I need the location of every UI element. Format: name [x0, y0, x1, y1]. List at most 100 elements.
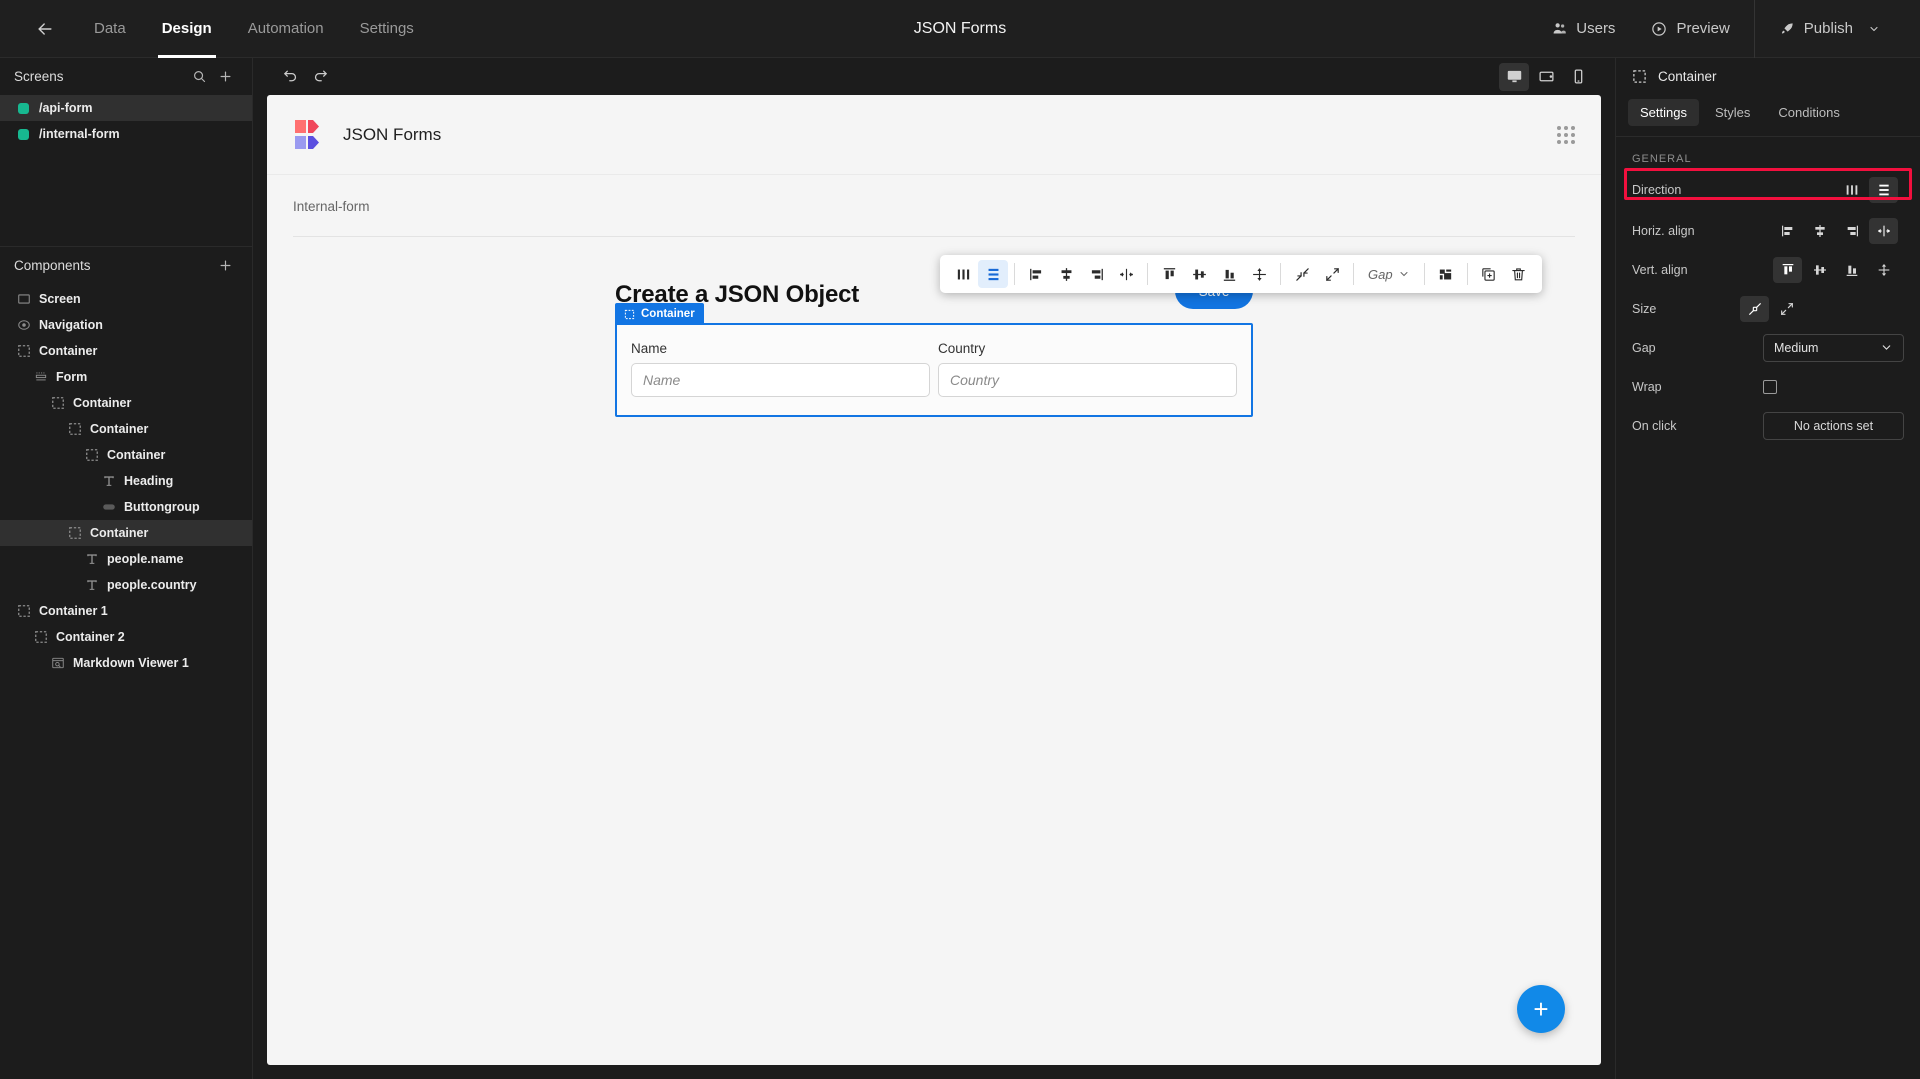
- tab-settings[interactable]: Settings: [342, 0, 432, 58]
- toolbar-size-grow[interactable]: [1317, 260, 1347, 288]
- prop-direction: Direction: [1616, 168, 1920, 206]
- device-desktop-button[interactable]: [1499, 62, 1529, 91]
- tree-item[interactable]: people.name: [0, 546, 252, 572]
- prop-on-click: On click No actions set: [1616, 409, 1920, 442]
- tab-design[interactable]: Design: [144, 0, 230, 58]
- tree-item[interactable]: Container: [0, 390, 252, 416]
- tree-item[interactable]: Navigation: [0, 312, 252, 338]
- size-grow-button[interactable]: [1772, 296, 1801, 322]
- gap-select[interactable]: Medium: [1763, 333, 1904, 362]
- country-input[interactable]: [938, 363, 1237, 397]
- navigation-icon: [16, 318, 31, 333]
- valign-middle-button[interactable]: [1805, 257, 1834, 283]
- tree-item[interactable]: Buttongroup: [0, 494, 252, 520]
- tab-settings[interactable]: Settings: [1628, 99, 1699, 126]
- toolbar-valign-top[interactable]: [1154, 260, 1184, 288]
- tablet-icon: [1538, 71, 1554, 82]
- tab-automation[interactable]: Automation: [230, 0, 342, 58]
- prop-vert-align: Vert. align: [1616, 253, 1920, 286]
- halign-space-between-button[interactable]: [1869, 217, 1898, 244]
- device-tablet-button[interactable]: [1531, 63, 1561, 91]
- preview-button[interactable]: Preview: [1633, 0, 1747, 58]
- toolbar-layout-grid[interactable]: [1431, 260, 1461, 288]
- toolbar-align-right[interactable]: [1081, 260, 1111, 288]
- valign-top-button[interactable]: [1773, 256, 1802, 283]
- screen-label: /internal-form: [39, 127, 120, 141]
- tree-item[interactable]: Container: [0, 520, 252, 546]
- tab-styles[interactable]: Styles: [1703, 99, 1762, 126]
- arrow-left-icon: [38, 22, 52, 35]
- size-options: [1740, 295, 1801, 322]
- halign-center-button[interactable]: [1805, 218, 1834, 244]
- halign-right-button[interactable]: [1837, 218, 1866, 244]
- text-icon: [101, 474, 116, 489]
- tree-item[interactable]: Container: [0, 416, 252, 442]
- halign-left-button[interactable]: [1773, 218, 1802, 244]
- tree-item[interactable]: Screen: [0, 286, 252, 312]
- on-click-action-button[interactable]: No actions set: [1763, 411, 1904, 440]
- drag-handle-icon[interactable]: [1557, 125, 1575, 144]
- app-root: Data Design Automation Settings JSON For…: [0, 0, 1920, 1079]
- gap-label: Gap: [1632, 340, 1656, 355]
- canvas-content: Gap Create a JSON Object Container Name …: [267, 237, 1601, 1065]
- tree-item-label: Container: [73, 396, 132, 410]
- tree-item[interactable]: Container 2: [0, 624, 252, 650]
- device-mobile-button[interactable]: [1563, 63, 1593, 91]
- toolbar-valign-bottom[interactable]: [1214, 260, 1244, 288]
- tree-item[interactable]: Markdown Viewer 1: [0, 650, 252, 676]
- tab-conditions[interactable]: Conditions: [1766, 99, 1851, 126]
- users-icon: [1553, 23, 1567, 34]
- toolbar-direction-horizontal[interactable]: [948, 260, 978, 288]
- sidebar-item-internal-form[interactable]: /internal-form: [0, 121, 252, 147]
- toolbar-align-left[interactable]: [1021, 260, 1051, 288]
- valign-stretch-button[interactable]: [1869, 257, 1898, 283]
- toolbar-direction-vertical[interactable]: [978, 260, 1008, 288]
- back-button[interactable]: [22, 0, 68, 58]
- name-input[interactable]: [631, 363, 930, 397]
- tree-item[interactable]: Container 1: [0, 598, 252, 624]
- toolbar-align-center[interactable]: [1051, 260, 1081, 288]
- general-section-title: GENERAL: [1632, 153, 1692, 165]
- vert-align-label: Vert. align: [1632, 262, 1688, 277]
- add-component-icon[interactable]: [212, 253, 238, 279]
- toolbar-align-space-between[interactable]: [1111, 260, 1141, 288]
- sidebar-item-api-form[interactable]: /api-form: [0, 95, 252, 121]
- toolbar-duplicate[interactable]: [1474, 260, 1504, 288]
- redo-button[interactable]: [305, 64, 335, 90]
- valign-bottom-button[interactable]: [1837, 257, 1866, 283]
- add-component-fab[interactable]: +: [1517, 985, 1565, 1033]
- tree-item[interactable]: Container: [0, 442, 252, 468]
- wrap-checkbox[interactable]: [1763, 379, 1777, 394]
- toolbar-separator: [1280, 263, 1281, 285]
- right-panel: Container Settings Styles Conditions GEN…: [1615, 58, 1920, 1079]
- toolbar-valign-middle[interactable]: [1184, 260, 1214, 288]
- design-canvas[interactable]: JSON Forms Internal-form Gap Create a JS…: [267, 95, 1601, 1065]
- prop-wrap: Wrap: [1616, 370, 1920, 403]
- tree-item[interactable]: Heading: [0, 468, 252, 494]
- tree-item[interactable]: Form: [0, 364, 252, 390]
- selected-container[interactable]: Container Name Country: [615, 303, 1253, 417]
- size-shrink-button[interactable]: [1740, 295, 1769, 322]
- tab-data[interactable]: Data: [76, 0, 144, 58]
- undo-button[interactable]: [275, 64, 305, 90]
- inspector-title: Container: [1658, 69, 1717, 84]
- toolbar-size-shrink[interactable]: [1287, 260, 1317, 288]
- direction-horizontal-button[interactable]: [1837, 177, 1866, 203]
- inspector-header: Container: [1616, 58, 1920, 95]
- search-icon[interactable]: [186, 64, 212, 90]
- selection-badge: Container: [615, 303, 704, 325]
- tree-item[interactable]: Container: [0, 338, 252, 364]
- toolbar-gap-dropdown[interactable]: Gap: [1360, 267, 1418, 282]
- publish-button[interactable]: Publish: [1761, 0, 1898, 58]
- prop-horiz-align: Horiz. align: [1616, 214, 1920, 247]
- toolbar-gap-label: Gap: [1368, 266, 1393, 282]
- form-inner: Create a JSON Object Save Container: [615, 273, 1253, 417]
- users-button[interactable]: Users: [1534, 0, 1633, 58]
- toolbar-delete[interactable]: [1504, 260, 1534, 288]
- tree-item[interactable]: people.country: [0, 572, 252, 598]
- direction-vertical-button[interactable]: [1869, 176, 1898, 203]
- add-screen-icon[interactable]: [212, 64, 238, 90]
- toolbar-valign-stretch[interactable]: [1244, 260, 1274, 288]
- desktop-icon: [1507, 70, 1521, 83]
- screen-status-dot: [18, 128, 29, 140]
